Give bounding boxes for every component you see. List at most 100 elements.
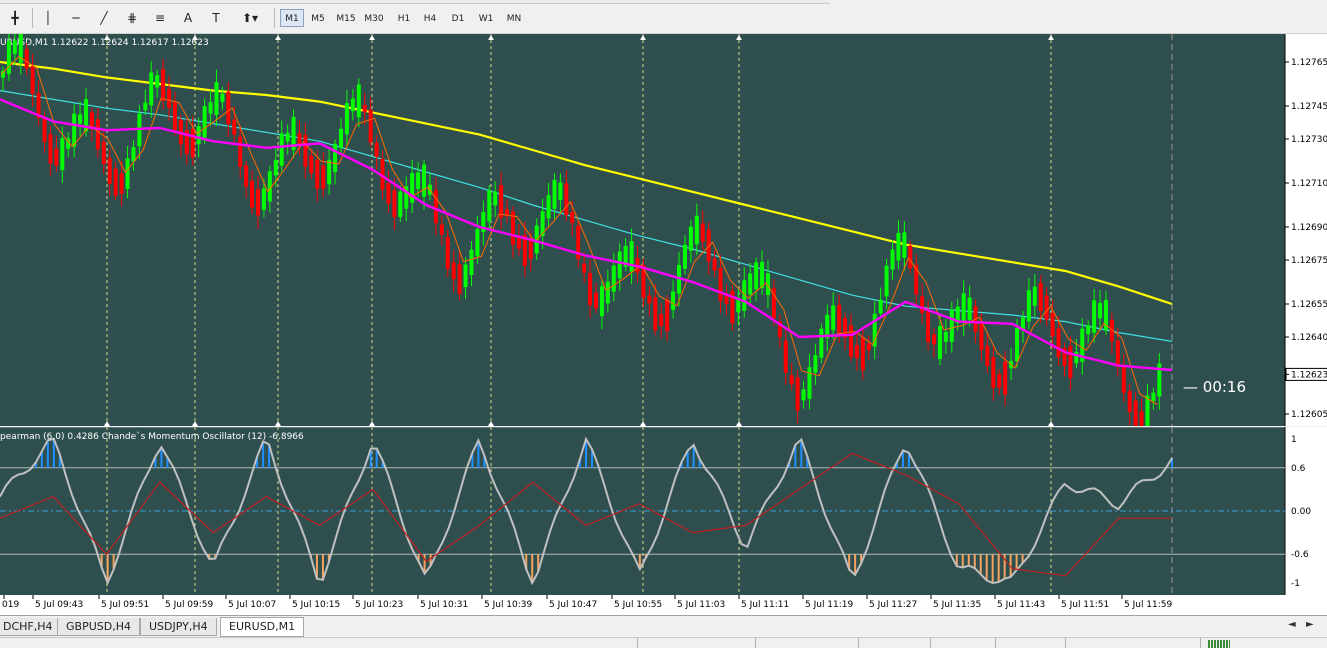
candle-bear [1115,340,1120,367]
candle-bull [1098,302,1103,319]
candle-bear [1139,411,1144,426]
candle-bear [724,295,729,304]
bar-countdown: — 00:16 [1183,378,1247,396]
price-tick-label: 1.12640 [1291,333,1327,343]
candle-bear [1038,282,1043,312]
osc-tick-label: -1 [1291,579,1300,589]
candle-bull [327,159,332,185]
time-tick-label: 5 Jul 10:55 [614,600,662,610]
timeframe-d1[interactable]: D1 [446,9,470,27]
candle-bear [926,309,931,343]
candle-bear [594,292,598,309]
timeframe-m15[interactable]: M15 [334,9,358,27]
arrows-menu-icon[interactable]: ⬆▾ [236,9,264,27]
candle-bull [937,326,942,360]
price-tick-label: 1.12690 [1291,223,1327,233]
timeframe-h1[interactable]: H1 [392,9,416,27]
tab-scroll-left-icon[interactable]: ◄ [1288,619,1296,630]
candle-bear [24,49,29,69]
timeframe-m30[interactable]: M30 [362,9,386,27]
candle-bear [368,109,373,143]
countdown-label: 00:16 [1202,378,1247,396]
price-tick-label: 1.12605 [1291,410,1327,420]
time-tick-label: 5 Jul 11:19 [805,600,854,610]
oscillator-subwindow[interactable]: 1 0.6 0.00 -0.6 -1 pearman (6,0) 0.4286 Chand… [0,427,1327,595]
candle-bull [961,293,966,323]
tab-usdjpy-h4[interactable]: USDJPY,H4 [140,618,217,636]
candle-bear [1003,361,1008,395]
candle-bull [78,114,83,124]
candle-bull [261,188,266,210]
price-tick-label: 1.12623 [1291,370,1327,380]
trendline-icon[interactable]: ╱ [94,9,114,27]
candle-bear [718,267,723,301]
candle-bull [208,102,213,114]
chart-toolbar: ╋ │ ─ ╱ ⋕ ≡ A T ⬆▾ M1 M5 M15 M30 H1 H4 D1 W1 MN [0,0,1327,34]
timeframe-mn[interactable]: MN [502,9,526,27]
candle-bull [605,281,610,304]
candle-bear [190,128,195,158]
candle-bear [48,134,53,164]
text-icon[interactable]: A [178,9,198,27]
time-tick-label: 5 Jul 10:15 [292,600,340,610]
symbol-info-label: URUSD,M1 1.12622 1.12624 1.12617 1.12623 [0,38,209,48]
candle-bear [321,165,326,189]
candle-bear [315,159,320,189]
candle-bear [920,296,925,313]
status-separator [995,638,996,648]
channel-icon[interactable]: ⋕ [122,9,142,27]
tab-gbpusd-h4[interactable]: GBPUSD,H4 [57,618,140,636]
timeframe-m1[interactable]: M1 [280,9,304,27]
candle-bull [872,313,877,347]
price-tick-label: 1.12730 [1291,135,1327,145]
candle-bear [499,185,504,218]
candle-bull [149,72,154,106]
connection-indicator-icon[interactable] [1208,640,1230,648]
candle-bull [214,82,219,116]
candle-bull [155,75,160,88]
timeframe-m5[interactable]: M5 [306,9,330,27]
candle-bear [860,337,865,371]
candle-bull [72,113,77,147]
tab-eurusd-m1[interactable]: EURUSD,M1 [220,617,305,637]
candle-bull [143,102,148,111]
time-tick-label: 5 Jul 11:35 [933,600,981,610]
timeframe-h4[interactable]: H4 [418,9,442,27]
candle-bull [748,273,753,295]
candle-bull [344,103,349,135]
price-chart[interactable]: 1.12765 1.12745 1.12730 1.12710 1.12690 1.126… [0,34,1327,426]
tab-scroll-right-icon[interactable]: ► [1306,619,1314,630]
candle-bull [896,232,901,261]
terminal-window: ╋ │ ─ ╱ ⋕ ≡ A T ⬆▾ M1 M5 M15 M30 H1 H4 D1 W1 MN … [0,0,1327,648]
candle-bear [700,223,705,242]
text-label-icon[interactable]: T [206,9,226,27]
candle-bear [866,343,871,351]
candle-bull [611,265,616,292]
tab-dchf-h4[interactable]: DCHF,H4 [0,618,62,636]
status-separator [1065,638,1066,648]
candle-bear [795,377,800,411]
candle-bear [374,142,379,157]
candle-bull [890,249,895,270]
candle-bear [107,157,112,184]
status-separator [930,638,931,648]
candle-bear [653,297,658,331]
candle-bear [789,375,794,385]
vertical-line-icon[interactable]: │ [38,9,58,27]
candle-bull [760,261,765,288]
timeframe-w1[interactable]: W1 [474,9,498,27]
candle-bull [398,191,403,218]
candle-bull [279,133,284,166]
fibonacci-icon[interactable]: ≡ [150,9,170,27]
time-tick-label: 5 Jul 11:27 [869,600,917,610]
time-tick-label: 5 Jul 10:07 [228,600,276,610]
candle-bull [356,84,361,118]
candle-bear [932,334,937,345]
candle-bear [1133,400,1138,426]
horizontal-line-icon[interactable]: ─ [66,9,86,27]
candle-bull [546,195,551,219]
candle-bull [196,126,201,145]
crosshair-icon[interactable]: ╋ [5,9,25,27]
candle-bull [220,93,225,103]
candle-bull [1015,328,1020,362]
